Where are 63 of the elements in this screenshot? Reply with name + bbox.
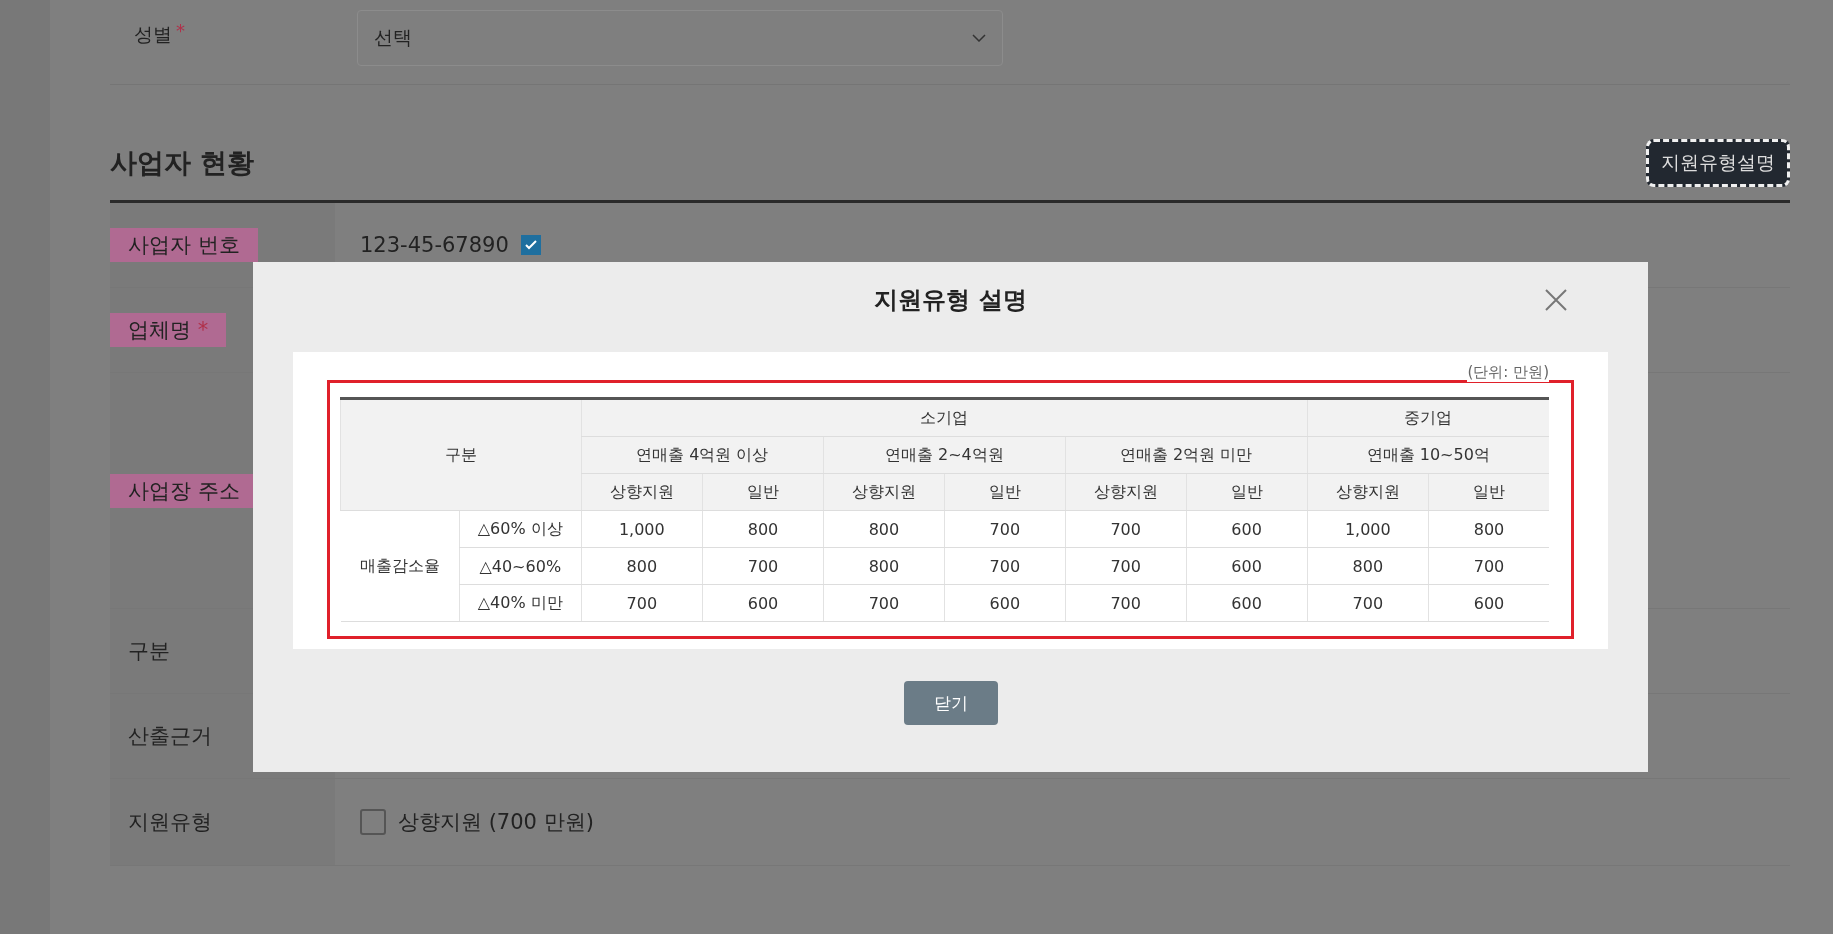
table-header: 상향지원 (1065, 473, 1187, 511)
table-cell: 800 (1428, 510, 1549, 548)
table-cell: 800 (823, 547, 945, 585)
table-cell: 1,000 (581, 510, 703, 548)
table-cell: 600 (1186, 510, 1308, 548)
table-cell: 600 (1428, 584, 1549, 622)
table-cell: 800 (581, 547, 703, 585)
table-cell: 700 (1428, 547, 1549, 585)
table-header: 연매출 2~4억원 (823, 436, 1066, 474)
field-label: 구분 (127, 638, 171, 665)
table-header: 소기업 (581, 398, 1308, 437)
table-cell: 800 (702, 510, 824, 548)
table-cell: 1,000 (1307, 510, 1429, 548)
table-cell: 800 (823, 510, 945, 548)
table-cell: △40~60% (459, 547, 582, 585)
table-header: 구분 (340, 398, 582, 511)
table-cell: 600 (702, 584, 824, 622)
field-label: 성별 (134, 22, 172, 47)
table-cell: 700 (1065, 584, 1187, 622)
table-header: 일반 (1186, 473, 1308, 511)
table-header: 상향지원 (1307, 473, 1429, 511)
select-field[interactable]: 선택 (357, 10, 1003, 66)
table-header: 중기업 (1307, 398, 1549, 437)
modal-title: 지원유형 설명 (874, 285, 1027, 316)
table-cell: 800 (1307, 547, 1429, 585)
table-cell: 700 (702, 547, 824, 585)
table-cell: △40% 미만 (459, 584, 582, 622)
table-header: 상향지원 (823, 473, 945, 511)
table-cell: 600 (1186, 584, 1308, 622)
table-cell: 700 (944, 547, 1066, 585)
field-label: 산출근거 (127, 723, 213, 750)
section-title: 사업자 현황 (110, 145, 255, 180)
table-cell: △60% 이상 (459, 510, 582, 548)
table-header: 일반 (1428, 473, 1549, 511)
close-button[interactable]: 닫기 (903, 681, 998, 725)
checkbox-label: 상향지원 (700 만원) (398, 809, 594, 836)
field-label: 지원유형 (127, 809, 213, 836)
required-mark: * (176, 20, 185, 41)
table-cell: 700 (1307, 584, 1429, 622)
table-header: 연매출 10~50억 (1307, 436, 1549, 474)
table-header: 일반 (702, 473, 824, 511)
table-header: 연매출 4억원 이상 (581, 436, 824, 474)
table-cell: 600 (944, 584, 1066, 622)
unit-note: (단위: 만원) (1467, 363, 1549, 382)
close-icon[interactable] (1544, 288, 1568, 312)
check-icon (523, 238, 538, 252)
table-header: 상향지원 (581, 473, 703, 511)
field-value: 123-45-67890 (360, 233, 509, 257)
table-cell: 700 (944, 510, 1066, 548)
table-cell: 700 (823, 584, 945, 622)
table-cell: 700 (581, 584, 703, 622)
field-label: 사업자 번호 (110, 228, 258, 262)
checkbox[interactable] (520, 235, 541, 255)
checkbox[interactable] (360, 809, 386, 835)
table-header: 일반 (944, 473, 1066, 511)
table-cell: 700 (1065, 547, 1187, 585)
description-button[interactable]: 지원유형설명 (1646, 138, 1790, 187)
table-cell: 700 (1065, 510, 1187, 548)
table-cell: 매출감소율 (340, 510, 460, 622)
table-cell: 600 (1186, 547, 1308, 585)
chevron-icon (972, 34, 986, 42)
table-header: 연매출 2억원 미만 (1065, 436, 1308, 474)
field-label: 업체명 * (110, 313, 227, 347)
